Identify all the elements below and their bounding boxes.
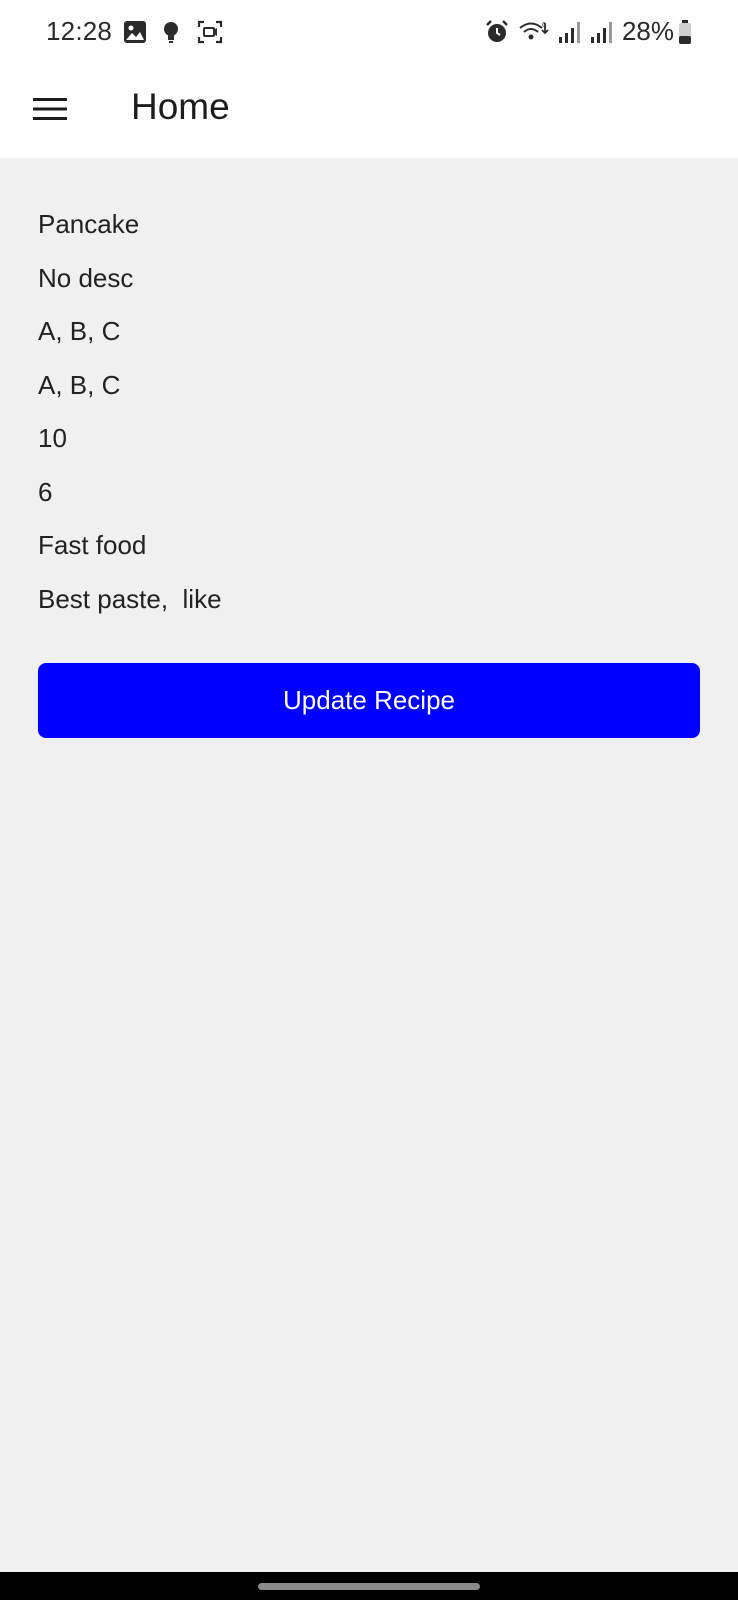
- wifi-icon: 6: [518, 19, 552, 45]
- hamburger-menu-icon: [33, 96, 67, 122]
- recipe-description: No desc: [38, 262, 134, 293]
- app-bar: Home: [0, 64, 738, 158]
- recipe-servings: 6: [38, 476, 53, 507]
- image-icon: [122, 19, 148, 45]
- battery-percentage: 28%: [621, 16, 674, 46]
- status-right: 6 28%: [484, 16, 692, 47]
- page-title: Home: [131, 86, 230, 127]
- recipe-details: Pancake No desc A, B, C A, B, C 10 6 Fas…: [38, 158, 700, 738]
- battery-icon: [678, 19, 692, 45]
- status-bar: 12:28 6 28%: [0, 0, 738, 64]
- recipe-category: Fast food: [38, 530, 147, 560]
- home-gesture-handle[interactable]: [258, 1583, 480, 1590]
- recipe-ingredients: A, B, C: [38, 316, 121, 346]
- screen: 12:28 6 28% Home Pancake No desc A, B, C…: [0, 0, 738, 1600]
- screen-record-icon: [196, 19, 224, 45]
- recipe-steps: A, B, C: [38, 369, 121, 400]
- signal-icon: [556, 19, 582, 45]
- svg-text:6: 6: [542, 22, 546, 29]
- alarm-icon: [484, 19, 510, 45]
- system-nav-bar: [0, 1572, 738, 1600]
- status-left-icons: [122, 19, 224, 45]
- recipe-notes: Best paste, like: [38, 583, 222, 614]
- bulb-icon: [158, 19, 184, 45]
- menu-button[interactable]: [22, 81, 78, 137]
- update-recipe-button[interactable]: Update Recipe: [38, 663, 700, 738]
- recipe-time: 10: [38, 423, 67, 453]
- signal-icon: [588, 19, 614, 45]
- status-time: 12:28: [46, 16, 113, 46]
- recipe-name: Pancake: [38, 209, 140, 239]
